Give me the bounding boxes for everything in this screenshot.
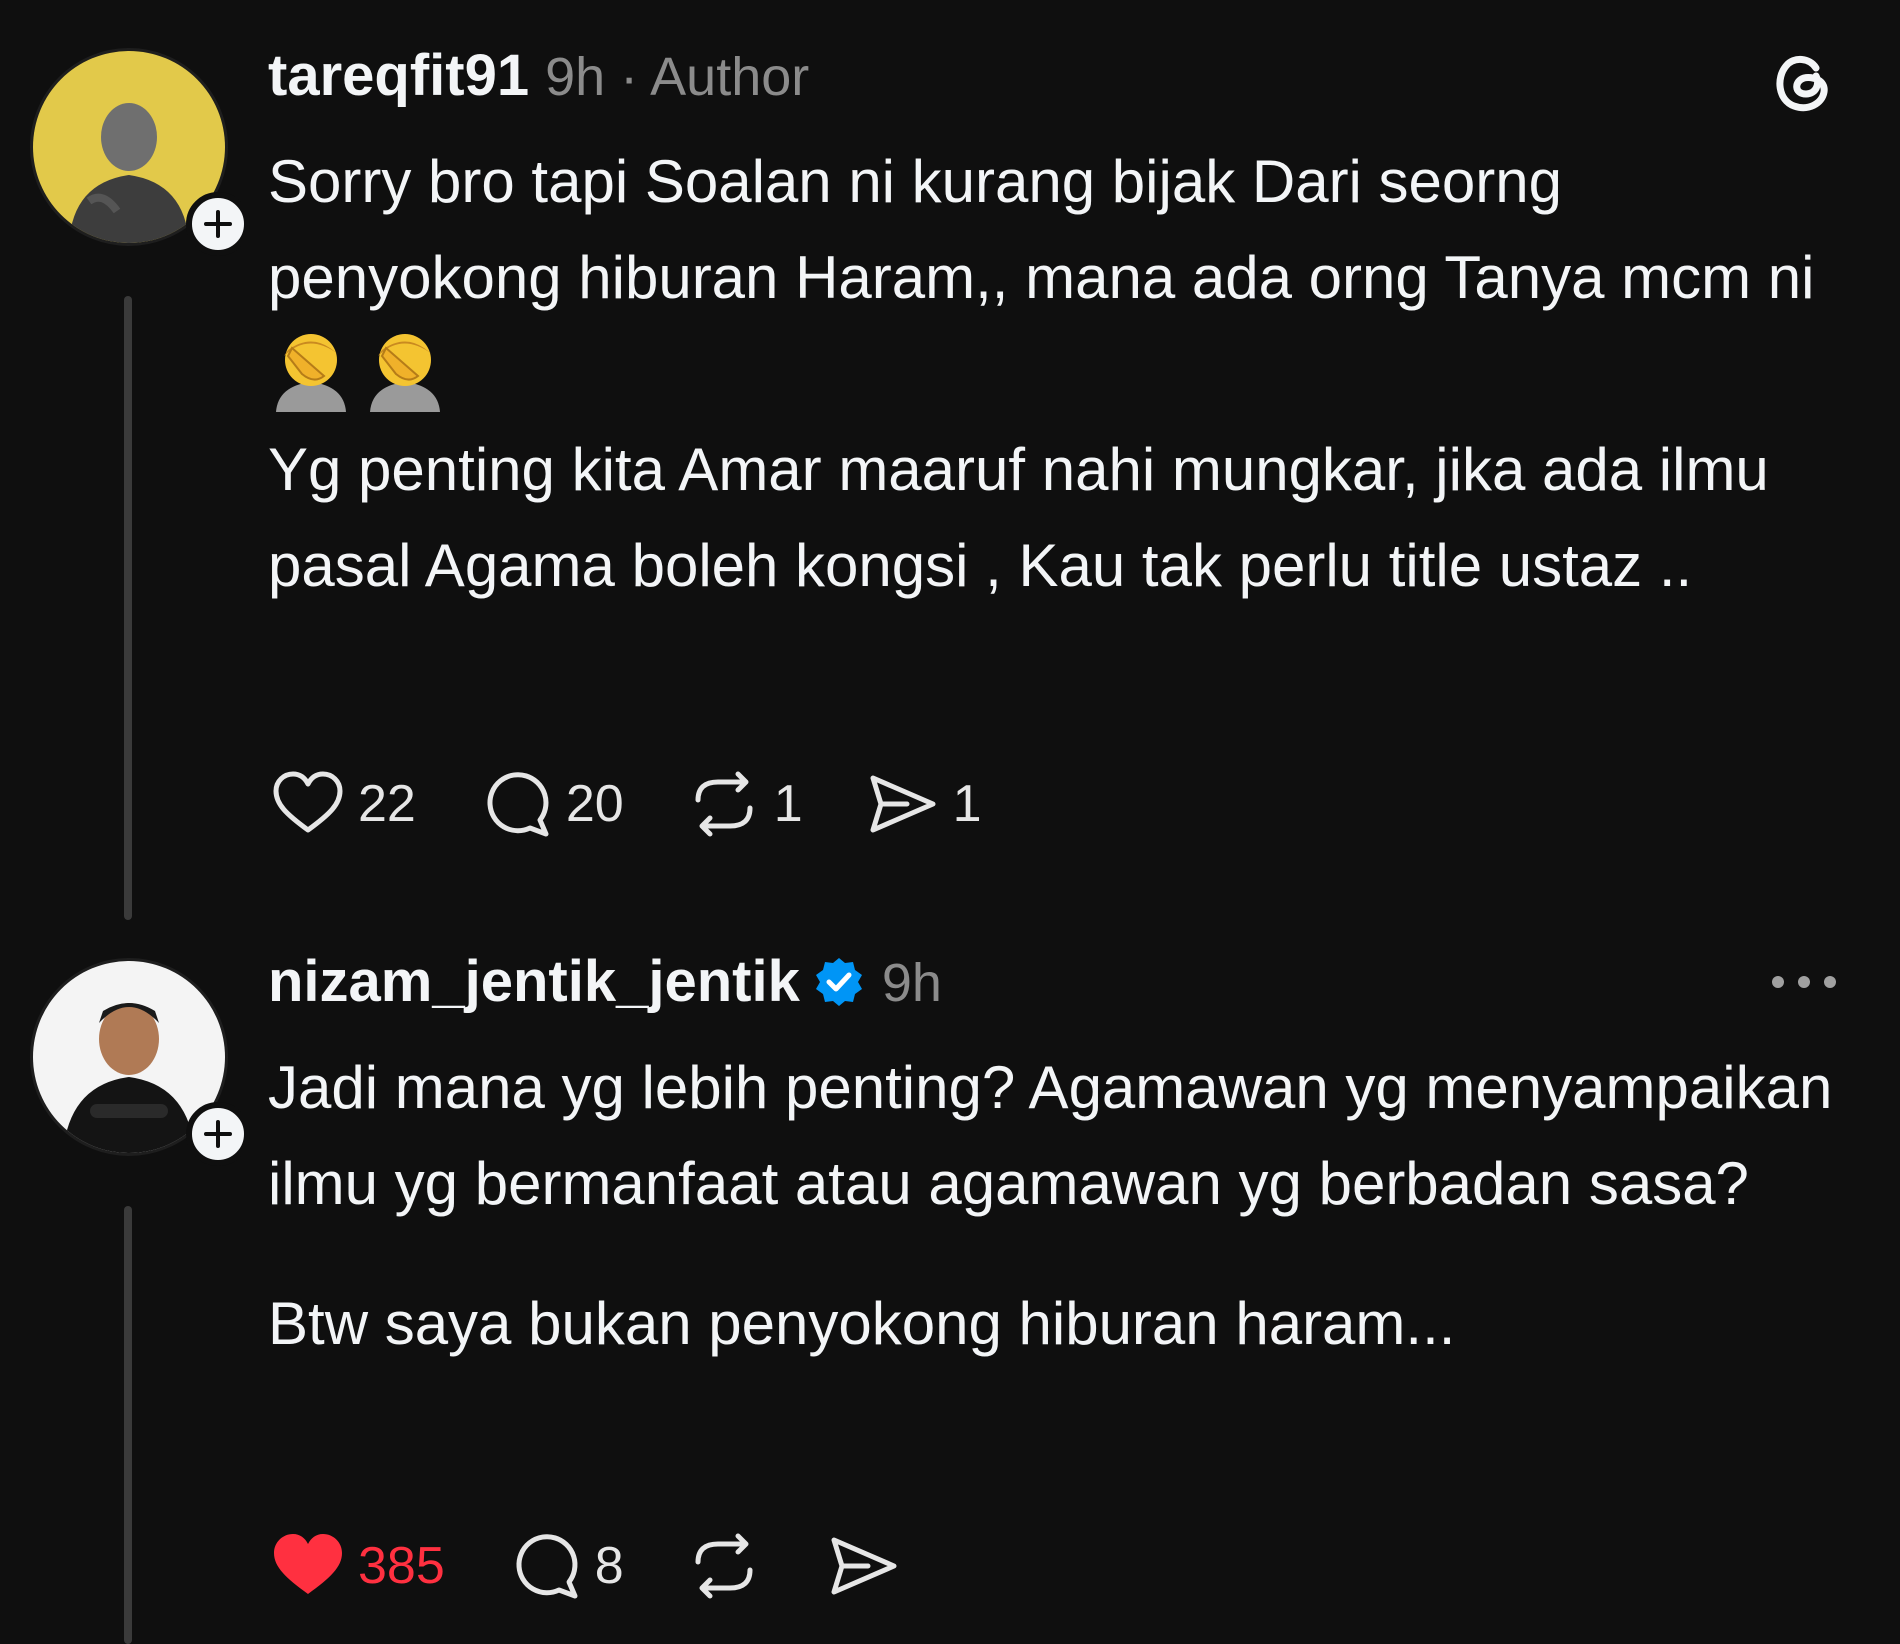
like-count: 22 xyxy=(358,775,416,833)
post-text: Sorry bro tapi Soalan ni kurang bijak Da… xyxy=(268,148,1815,311)
post-paragraph: Yg penting kita Amar maaruf nahi mungkar… xyxy=(268,436,1769,599)
follow-plus-button[interactable] xyxy=(186,1102,250,1166)
repost-button[interactable]: 1 xyxy=(684,764,803,844)
heart-icon xyxy=(273,771,343,833)
like-button[interactable]: 385 xyxy=(268,1526,445,1606)
reply-count: 20 xyxy=(565,775,624,833)
like-count: 385 xyxy=(358,1537,445,1595)
share-button[interactable]: 1 xyxy=(863,764,982,844)
reply-button[interactable]: 8 xyxy=(505,1526,624,1606)
send-icon xyxy=(831,1537,897,1595)
post-header: tareqfit91 9h · Author xyxy=(268,42,809,109)
plus-icon xyxy=(204,1120,232,1148)
post-paragraph: Btw saya bukan penyokong hiburan haram..… xyxy=(268,1290,1456,1357)
post-header: nizam_jentik_jentik 9h xyxy=(268,948,942,1015)
more-options-button[interactable] xyxy=(1768,970,1840,999)
plus-icon xyxy=(204,210,232,238)
action-bar: 385 8 xyxy=(268,1526,964,1606)
repost-button[interactable] xyxy=(684,1526,764,1606)
reply-post-nizam: nizam_jentik_jentik 9h Jadi mana yg lebi… xyxy=(0,940,1900,1644)
repost-icon xyxy=(695,771,753,837)
action-bar: 22 20 1 1 xyxy=(268,764,1042,844)
avatar-container[interactable] xyxy=(30,48,250,256)
post-body: Jadi mana yg lebih penting? Agamawan yg … xyxy=(268,1040,1858,1372)
more-options-icon xyxy=(1772,976,1836,988)
post-meta: 9h · Author xyxy=(545,47,810,107)
share-count: 1 xyxy=(952,775,982,833)
share-button[interactable] xyxy=(824,1526,904,1606)
post-body: Sorry bro tapi Soalan ni kurang bijak Da… xyxy=(268,134,1858,614)
comment-bubble-icon xyxy=(487,772,549,837)
follow-plus-button[interactable] xyxy=(186,192,250,256)
post-meta: 9h xyxy=(881,953,942,1013)
repost-count: 1 xyxy=(773,775,803,833)
like-button[interactable]: 22 xyxy=(268,764,416,844)
reply-count: 8 xyxy=(594,1537,624,1595)
repost-icon xyxy=(695,1533,753,1599)
threads-logo-icon[interactable] xyxy=(1764,44,1840,125)
post-paragraph: Sorry bro tapi Soalan ni kurang bijak Da… xyxy=(268,134,1858,422)
username[interactable]: nizam_jentik_jentik xyxy=(268,948,800,1015)
facepalm-emoji xyxy=(370,334,440,412)
thread-connector-line xyxy=(124,296,132,920)
thread-connector-line xyxy=(124,1206,132,1644)
facepalm-emoji xyxy=(276,334,346,412)
avatar-container[interactable] xyxy=(30,958,250,1166)
post-paragraph: Jadi mana yg lebih penting? Agamawan yg … xyxy=(268,1054,1833,1217)
username[interactable]: tareqfit91 xyxy=(268,42,529,109)
reply-button[interactable]: 20 xyxy=(476,764,624,844)
verified-badge-icon xyxy=(815,957,862,1006)
heart-filled-icon xyxy=(274,1534,342,1594)
send-icon xyxy=(870,775,936,833)
comment-bubble-icon xyxy=(516,1534,578,1599)
reply-post-tareqfit91: tareqfit91 9h · Author Sorry bro tapi So… xyxy=(0,0,1900,940)
